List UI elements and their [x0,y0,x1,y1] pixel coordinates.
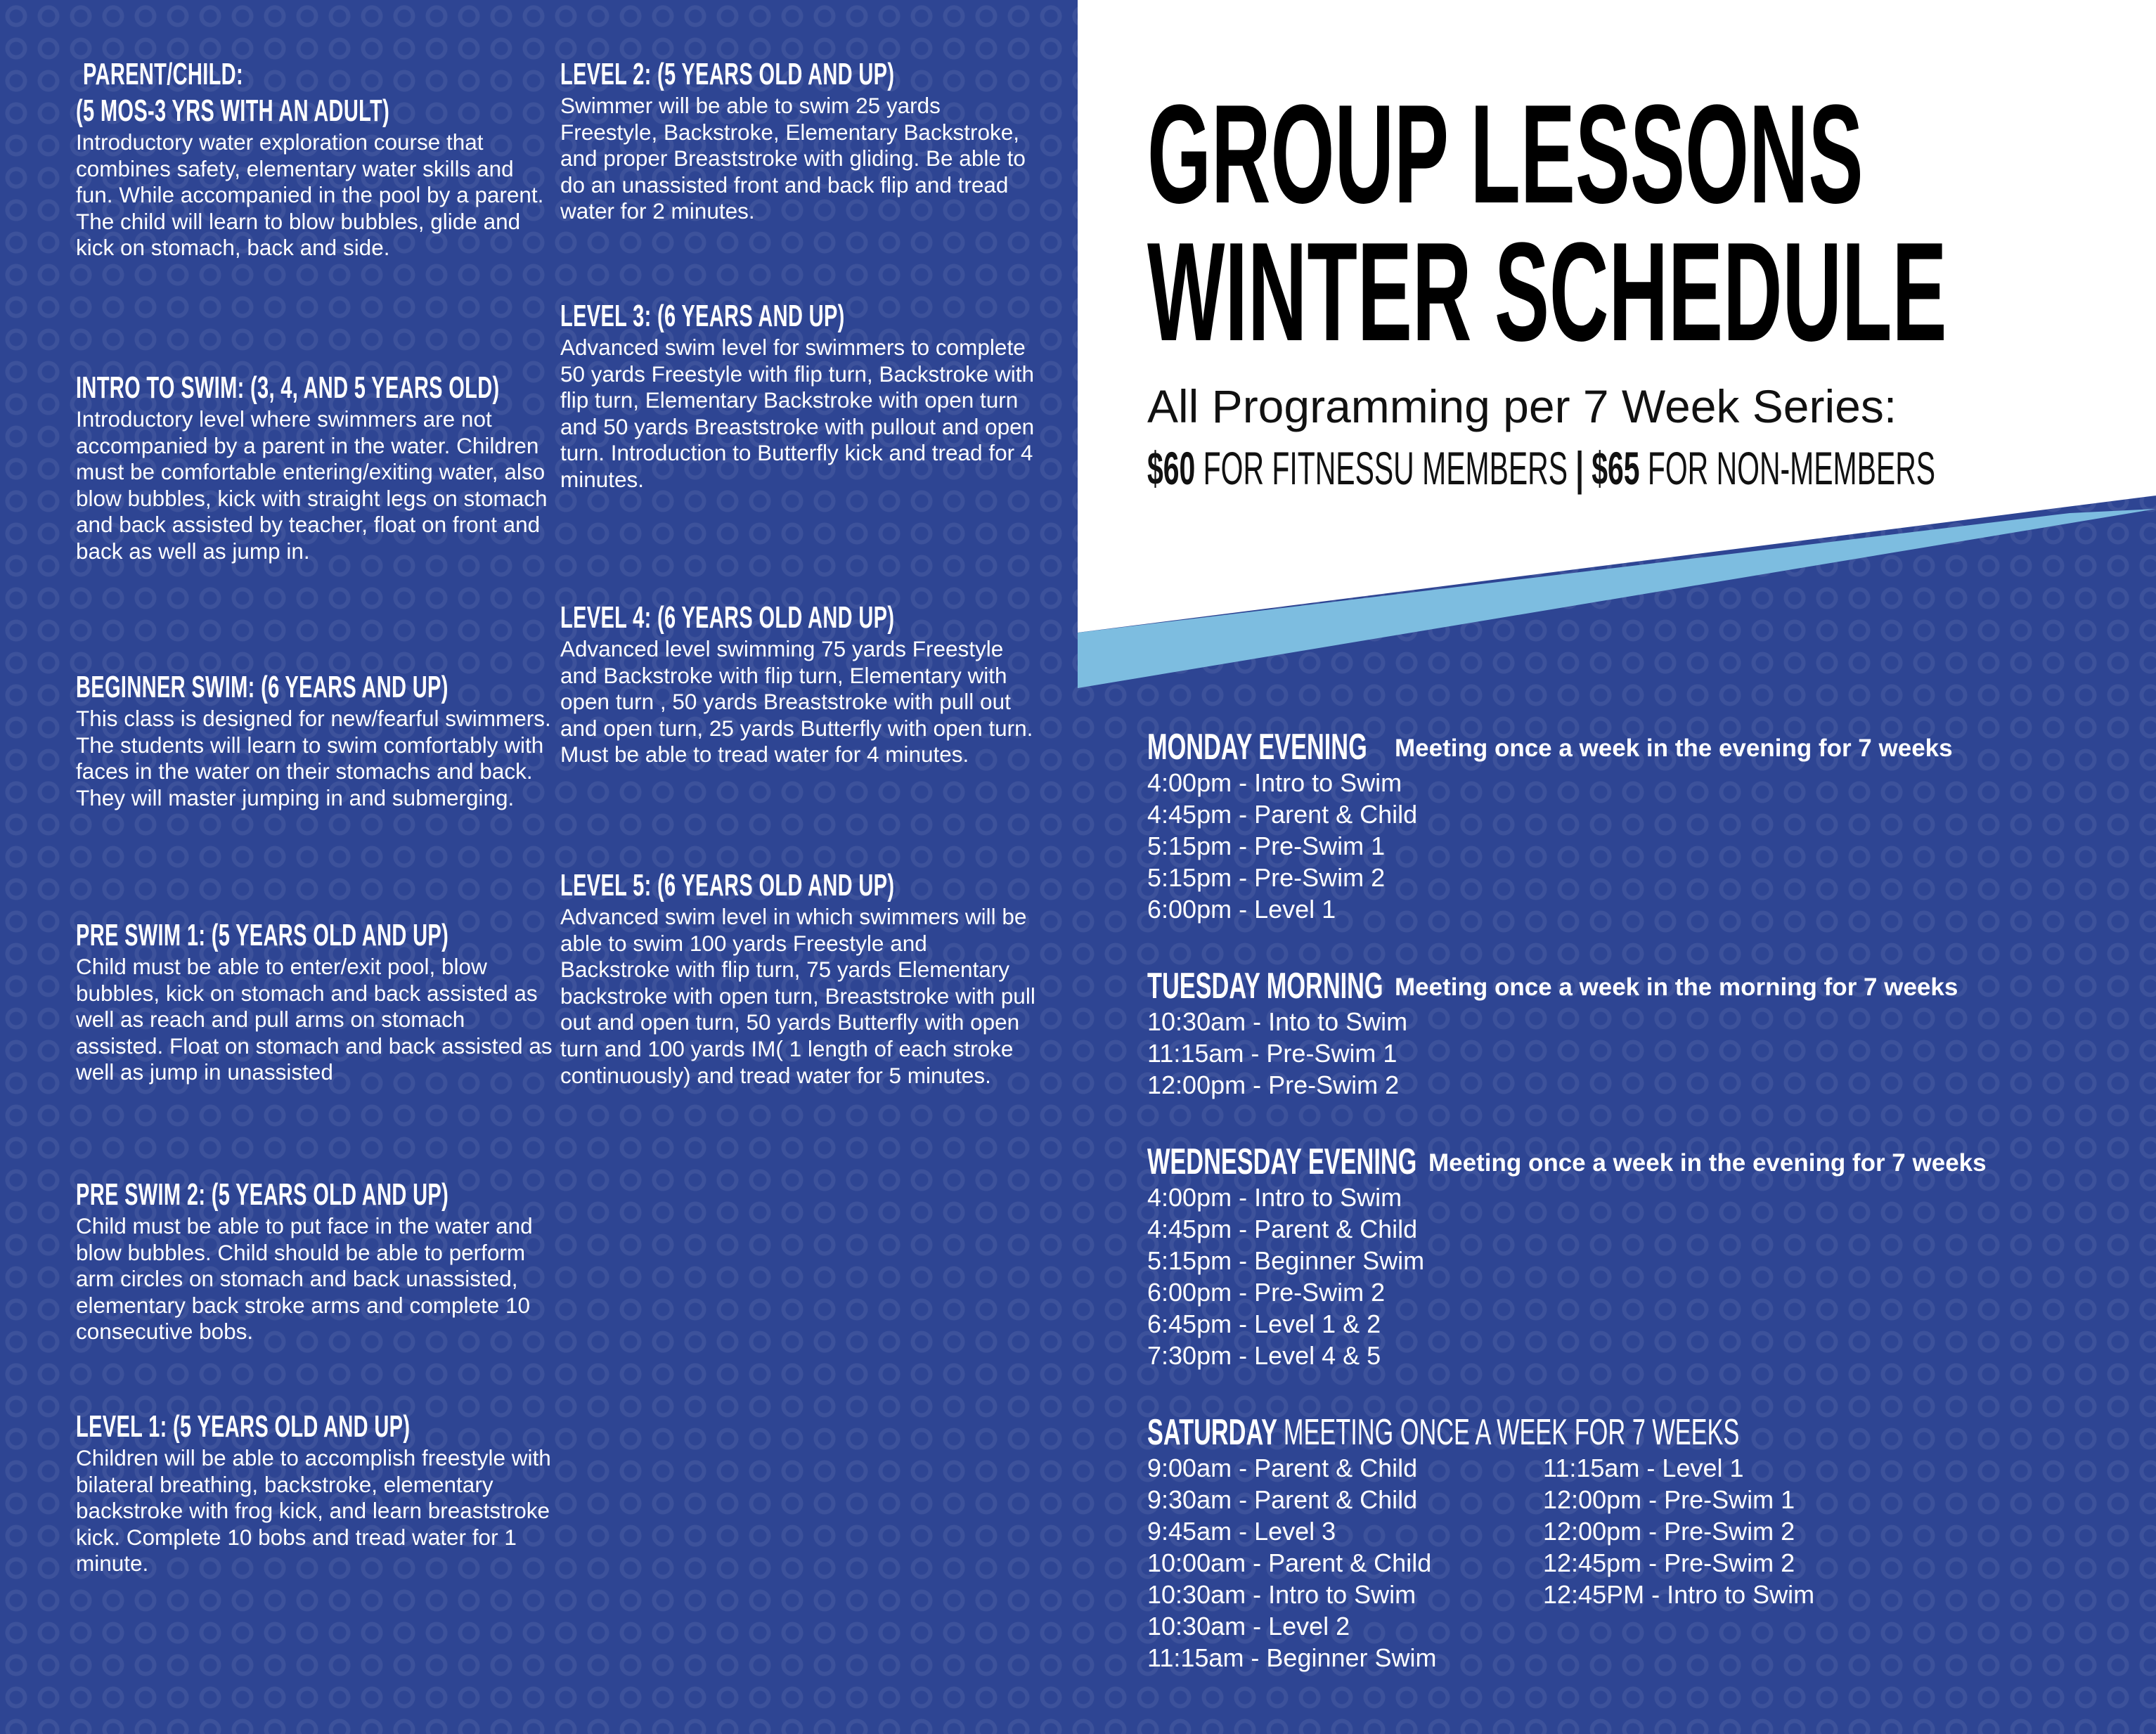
section-text: Advanced swim level for swimmers to comp… [560,335,1035,492]
section-beginner-swim: BEGINNER SWIM: (6 YEARS AND UP) This cla… [76,669,554,811]
section-text: Swimmer will be able to swim 25 yards Fr… [560,93,1026,224]
section-text: This class is designed for new/fearful s… [76,706,551,810]
schedule-saturday: SATURDAY MEETING ONCE A WEEK FOR 7 WEEKS… [1147,1413,2131,1674]
schedule-item: 12:00pm - Pre-Swim 2 [1147,1070,1400,1099]
schedule-item: 10:30am - Into to Swim [1147,1007,1408,1036]
member-price: $60 [1147,442,1196,494]
section-title: PARENT/CHILD: [83,57,243,91]
nonmember-price: $65 [1592,442,1640,494]
section-subtitle: (5 MOS-3 YRS WITH AN ADULT) [76,93,390,128]
page-title-line-2: WINTER SCHEDULE [1147,214,1947,370]
section-pre-swim-2: PRE SWIM 2: (5 YEARS OLD AND UP) Child m… [76,1177,554,1345]
price-separator: | [1575,442,1584,494]
schedule-list: 4:00pm - Intro to Swim 4:45pm - Parent &… [1147,767,2131,925]
schedule-list: 10:30am - Into to Swim 11:15am - Pre-Swi… [1147,1006,2131,1101]
schedule-list-col-2: 11:15am - Level 1 12:00pm - Pre-Swim 1 1… [1543,1452,1814,1610]
schedule-item: 11:15am - Level 1 [1543,1454,1744,1482]
schedule-item: 12:45PM - Intro to Swim [1543,1580,1815,1609]
section-title: PRE SWIM 1: (5 YEARS OLD AND UP) [76,918,449,952]
day-note: Meeting once a week in the morning for 7… [1395,973,1958,1001]
section-text: Advanced level swimming 75 yards Freesty… [560,636,1033,768]
section-text: Child must be able to enter/exit pool, b… [76,954,553,1085]
schedule-item: 12:00pm - Pre-Swim 1 [1543,1485,1795,1514]
schedule-item: 12:45pm - Pre-Swim 2 [1543,1548,1795,1577]
day-note: MEETING ONCE A WEEK FOR 7 WEEKS [1283,1412,1740,1453]
schedule-item: 6:00pm - Pre-Swim 2 [1147,1278,1386,1307]
section-intro-to-swim: INTRO TO SWIM: (3, 4, AND 5 YEARS OLD) I… [76,370,554,565]
section-pre-swim-1: PRE SWIM 1: (5 YEARS OLD AND UP) Child m… [76,917,554,1086]
schedule-item: 6:00pm - Level 1 [1147,895,1336,924]
schedule-item: 5:15pm - Beginner Swim [1147,1246,1425,1275]
section-level-4: LEVEL 4: (6 YEARS OLD AND UP) Advanced l… [560,600,1038,768]
schedule-item: 11:15am - Beginner Swim [1147,1643,1437,1672]
day-heading: WEDNESDAY EVENING [1147,1141,1417,1182]
section-level-2: LEVEL 2: (5 YEARS OLD AND UP) Swimmer wi… [560,56,1038,225]
section-text: Introductory level where swimmers are no… [76,406,548,564]
pricing-line: $60 FOR FITNESSU MEMBERS | $65 FOR NON-M… [1147,441,1935,495]
schedule-list: 4:00pm - Intro to Swim 4:45pm - Parent &… [1147,1182,2131,1371]
section-title: INTRO TO SWIM: (3, 4, AND 5 YEARS OLD) [76,370,500,405]
schedule-item: 5:15pm - Pre-Swim 1 [1147,832,1386,860]
section-title: PRE SWIM 2: (5 YEARS OLD AND UP) [76,1177,449,1212]
section-parent-child: PARENT/CHILD: (5 MOS-3 YRS WITH AN ADULT… [76,56,554,261]
section-title: LEVEL 2: (5 YEARS OLD AND UP) [560,57,895,91]
member-label: FOR FITNESSU MEMBERS [1203,442,1568,494]
day-heading: SATURDAY [1147,1412,1277,1453]
schedule-item: 4:00pm - Intro to Swim [1147,1183,1402,1212]
day-heading-line: SATURDAY MEETING ONCE A WEEK FOR 7 WEEKS [1147,1413,1739,1452]
schedule-columns: 9:00am - Parent & Child 9:30am - Parent … [1147,1452,2131,1674]
nonmember-label: FOR NON-MEMBERS [1647,442,1936,494]
section-level-1: LEVEL 1: (5 YEARS OLD AND UP) Children w… [76,1409,554,1577]
day-heading: MONDAY EVENING [1147,727,1367,768]
schedule-item: 10:30am - Level 2 [1147,1612,1350,1641]
section-title: LEVEL 4: (6 YEARS OLD AND UP) [560,600,895,635]
page-title-line-1: GROUP LESSONS [1147,76,1864,233]
schedule-monday: MONDAY EVENING Meeting once a week in th… [1147,727,2131,925]
schedule-item: 7:30pm - Level 4 & 5 [1147,1341,1381,1370]
schedule-item: 4:45pm - Parent & Child [1147,800,1418,829]
section-title: BEGINNER SWIM: (6 YEARS AND UP) [76,670,448,704]
day-note: Meeting once a week in the evening for 7… [1395,735,1953,762]
section-text: Introductory water exploration course th… [76,129,544,261]
programming-subtitle: All Programming per 7 Week Series: [1147,380,1897,432]
section-title: LEVEL 1: (5 YEARS OLD AND UP) [76,1409,411,1444]
schedule-item: 5:15pm - Pre-Swim 2 [1147,863,1386,892]
section-text: Advanced swim level in which swimmers wi… [560,904,1035,1088]
section-level-5: LEVEL 5: (6 YEARS OLD AND UP) Advanced s… [560,867,1038,1089]
day-note: Meeting once a week in the evening for 7… [1428,1149,1987,1177]
schedule-item: 4:00pm - Intro to Swim [1147,768,1402,797]
schedule-item: 11:15am - Pre-Swim 1 [1147,1039,1397,1068]
section-title: LEVEL 3: (6 YEARS AND UP) [560,299,845,333]
schedule-wednesday: WEDNESDAY EVENING Meeting once a week in… [1147,1142,2131,1371]
section-text: Children will be able to accomplish free… [76,1445,551,1577]
schedule-item: 6:45pm - Level 1 & 2 [1147,1309,1381,1338]
schedule-tuesday: TUESDAY MORNING Meeting once a week in t… [1147,966,2131,1101]
schedule-item: 4:45pm - Parent & Child [1147,1215,1418,1243]
section-level-3: LEVEL 3: (6 YEARS AND UP) Advanced swim … [560,298,1038,493]
day-heading: TUESDAY MORNING [1147,966,1383,1007]
schedule-item: 12:00pm - Pre-Swim 2 [1543,1517,1795,1546]
section-title: LEVEL 5: (6 YEARS OLD AND UP) [560,868,895,902]
section-text: Child must be able to put face in the wa… [76,1213,533,1345]
